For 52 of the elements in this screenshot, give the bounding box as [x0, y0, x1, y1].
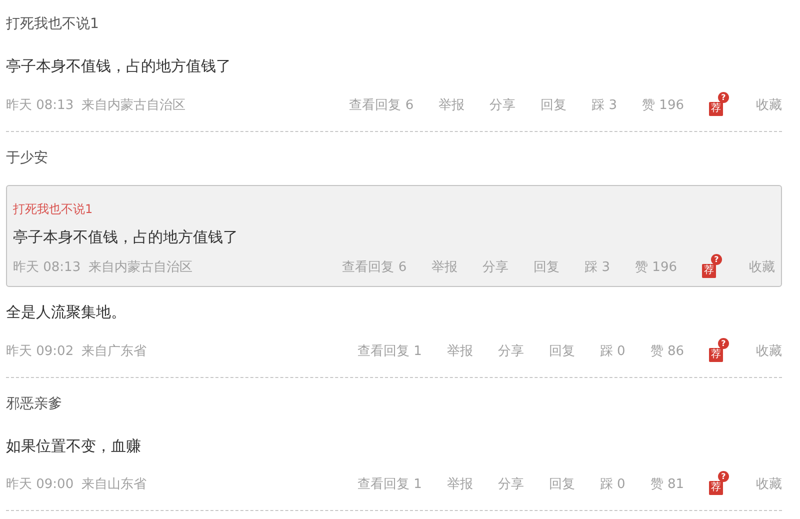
help-badge: ? [718, 92, 729, 102]
comment-location: 来自内蒙古自治区 [88, 259, 193, 278]
comment-location: 来自山东省 [82, 476, 147, 494]
favorite-link[interactable]: 收藏 [756, 96, 782, 116]
action-link[interactable]: 回复 [540, 96, 567, 116]
action-link[interactable]: 查看回复 6 [342, 258, 407, 278]
action-link[interactable]: 分享 [498, 342, 524, 362]
comment-text: 亭子本身不值钱，占的地方值钱了 [6, 56, 232, 77]
comment-text: 如果位置不变，血赚 [6, 436, 142, 456]
help-badge: ? [718, 471, 729, 482]
action-link[interactable]: 分享 [482, 258, 509, 278]
comment-text: 全是人流聚集地。 [6, 302, 127, 323]
favorite-link[interactable]: 收藏 [749, 258, 775, 278]
comment-location: 来自广东省 [82, 342, 147, 361]
comment-time: 昨天 08:13 [6, 96, 74, 115]
action-link[interactable]: 踩 0 [600, 475, 626, 495]
recommend-button[interactable]: 荐 [709, 348, 723, 362]
action-link[interactable]: 分享 [498, 475, 524, 495]
action-link[interactable]: 踩 3 [584, 258, 610, 278]
action-link[interactable]: 查看回复 1 [358, 342, 422, 362]
help-badge: ? [718, 338, 729, 348]
action-link[interactable]: 回复 [548, 342, 575, 362]
action-link[interactable]: 回复 [548, 475, 575, 495]
action-link[interactable]: 踩 0 [600, 342, 626, 362]
favorite-link[interactable]: 收藏 [756, 475, 782, 495]
action-link[interactable]: 赞 196 [635, 258, 677, 278]
action-link[interactable]: 分享 [490, 96, 516, 116]
action-link[interactable]: 举报 [432, 258, 458, 278]
action-link[interactable]: 踩 3 [592, 96, 618, 116]
comment-author: 邪恶亲爹 [6, 394, 63, 414]
action-link[interactable]: 查看回复 1 [358, 475, 422, 495]
recommend-button[interactable]: 荐 [709, 481, 723, 495]
recommend-button[interactable]: 荐 [702, 264, 716, 278]
comment-time: 昨天 09:00 [6, 476, 74, 494]
action-link[interactable]: 举报 [438, 96, 465, 116]
favorite-link[interactable]: 收藏 [756, 342, 782, 362]
comment-time: 昨天 09:02 [6, 342, 74, 361]
comment-time: 昨天 08:13 [13, 259, 81, 278]
quoted-author: 打死我也不说1 [13, 200, 94, 218]
comment-location: 来自内蒙古自治区 [82, 96, 186, 115]
action-link[interactable]: 回复 [534, 258, 560, 278]
comment-author: 于少安 [6, 148, 49, 168]
recommend-button[interactable]: 荐 [709, 102, 723, 116]
comment-author: 打死我也不说1 [6, 15, 100, 34]
quoted-comment-text: 亭子本身不值钱，占的地方值钱了 [13, 226, 239, 248]
action-link[interactable]: 赞 81 [650, 475, 684, 495]
action-link[interactable]: 赞 86 [650, 342, 684, 362]
help-badge: ? [711, 254, 722, 265]
action-link[interactable]: 举报 [446, 475, 473, 495]
action-link[interactable]: 查看回复 6 [349, 96, 414, 116]
action-link[interactable]: 赞 196 [642, 96, 684, 116]
action-link[interactable]: 举报 [446, 342, 473, 362]
